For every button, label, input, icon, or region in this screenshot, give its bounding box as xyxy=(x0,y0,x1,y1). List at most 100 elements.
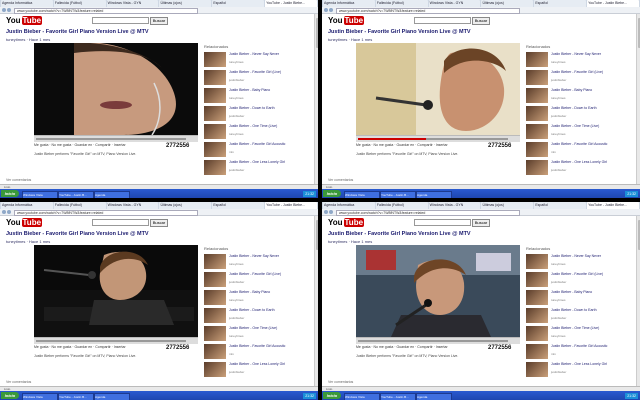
search-input[interactable] xyxy=(414,219,471,226)
related-title[interactable]: Justin Bieber - One Time (Live) xyxy=(229,326,309,330)
youtube-logo[interactable]: You Tube xyxy=(6,218,43,227)
related-thumbnail[interactable] xyxy=(204,326,226,341)
back-icon[interactable] xyxy=(2,210,6,214)
related-thumbnail[interactable] xyxy=(204,160,226,175)
url-input[interactable]: www.youtube.com/watch?v=7W8fNTW&feature=… xyxy=(336,7,520,14)
related-thumbnail[interactable] xyxy=(526,160,548,175)
channel-name[interactable]: tuneytimes xyxy=(328,239,347,244)
related-thumbnail[interactable] xyxy=(526,362,548,377)
browser-tab[interactable]: YouTube - Justin Biebe... xyxy=(265,202,317,209)
progress-bar[interactable] xyxy=(36,138,186,140)
taskbar-task[interactable]: Agenda xyxy=(416,190,452,198)
taskbar-task[interactable]: Agenda xyxy=(94,190,130,198)
channel-name[interactable]: tuneytimes xyxy=(6,37,25,42)
comments-link[interactable]: Ver comentarios xyxy=(328,178,353,182)
player-controls[interactable] xyxy=(34,337,198,344)
start-button[interactable]: Inicio xyxy=(323,190,341,197)
url-input[interactable]: www.youtube.com/watch?v=7W8fNTW&feature=… xyxy=(14,209,198,216)
related-thumbnail[interactable] xyxy=(526,52,548,67)
related-title[interactable]: Justin Bieber - Favorite Girl (Live) xyxy=(551,70,631,74)
related-video[interactable]: Justin Bieber - Never Say Never tuneytim… xyxy=(204,52,312,68)
taskbar-task[interactable]: Windows Vista xyxy=(344,190,380,198)
related-video[interactable]: Justin Bieber - Favorite Girl (Live) jus… xyxy=(204,70,312,86)
search-button[interactable]: Buscar xyxy=(150,218,168,227)
related-title[interactable]: Justin Bieber - Favorite Girl (Live) xyxy=(551,272,631,276)
related-video[interactable]: Justin Bieber - Favorite Girl (Live) jus… xyxy=(204,272,312,288)
youtube-logo[interactable]: You Tube xyxy=(328,218,365,227)
related-thumbnail[interactable] xyxy=(204,308,226,323)
search-button[interactable]: Buscar xyxy=(472,218,490,227)
comments-link[interactable]: Ver comentarios xyxy=(6,380,31,384)
progress-bar[interactable] xyxy=(36,340,186,342)
related-video[interactable]: Justin Bieber - Favorite Girl Acoustic m… xyxy=(204,344,312,360)
search-button[interactable]: Buscar xyxy=(150,16,168,25)
related-title[interactable]: Justin Bieber - Down to Earth xyxy=(229,106,309,110)
scrollbar[interactable] xyxy=(314,216,318,386)
player-controls[interactable] xyxy=(34,135,198,142)
video-player[interactable] xyxy=(356,43,520,135)
related-video[interactable]: Justin Bieber - Baby Piano tuneytimes xyxy=(204,88,312,104)
taskbar-task[interactable]: Windows Vista xyxy=(22,392,58,400)
related-title[interactable]: Justin Bieber - Down to Earth xyxy=(551,106,631,110)
player-controls[interactable] xyxy=(356,135,520,142)
video-actions[interactable]: Me gusta · No me gusta · Guardar en · Co… xyxy=(356,345,448,349)
start-button[interactable]: Inicio xyxy=(1,190,19,197)
channel-name[interactable]: tuneytimes xyxy=(6,239,25,244)
related-video[interactable]: Justin Bieber - Baby Piano tuneytimes xyxy=(526,88,634,104)
related-title[interactable]: Justin Bieber - One Less Lonely Girl xyxy=(551,160,631,164)
forward-icon[interactable] xyxy=(7,8,11,12)
related-title[interactable]: Justin Bieber - Favorite Girl (Live) xyxy=(229,70,309,74)
youtube-logo[interactable]: You Tube xyxy=(6,16,43,25)
related-title[interactable]: Justin Bieber - Baby Piano xyxy=(551,88,631,92)
browser-tab[interactable]: YouTube - Justin Biebe... xyxy=(587,0,639,7)
browser-tab[interactable]: Windows Vista - GYN xyxy=(428,202,481,209)
related-thumbnail[interactable] xyxy=(526,272,548,287)
scrollbar[interactable] xyxy=(314,14,318,184)
browser-tab[interactable]: Últimas (ojos) xyxy=(159,0,212,7)
related-title[interactable]: Justin Bieber - One Time (Live) xyxy=(551,326,631,330)
related-title[interactable]: Justin Bieber - One Less Lonely Girl xyxy=(229,362,309,366)
taskbar-task[interactable]: YouTube - Justin B... xyxy=(58,392,94,400)
related-title[interactable]: Justin Bieber - Down to Earth xyxy=(551,308,631,312)
related-title[interactable]: Justin Bieber - One Less Lonely Girl xyxy=(229,160,309,164)
related-video[interactable]: Justin Bieber - One Less Lonely Girl jus… xyxy=(204,160,312,176)
related-title[interactable]: Justin Bieber - Never Say Never xyxy=(229,254,309,258)
browser-tab[interactable]: Español xyxy=(212,0,265,7)
progress-bar[interactable] xyxy=(358,138,508,140)
video-actions[interactable]: Me gusta · No me gusta · Guardar en · Co… xyxy=(356,143,448,147)
player-controls[interactable] xyxy=(356,337,520,344)
browser-tab[interactable]: Últimas (ojos) xyxy=(481,0,534,7)
related-video[interactable]: Justin Bieber - Down to Earth justinbieb… xyxy=(526,106,634,122)
related-video[interactable]: Justin Bieber - One Time (Live) tuneytim… xyxy=(204,326,312,342)
comments-link[interactable]: Ver comentarios xyxy=(6,178,31,182)
related-video[interactable]: Justin Bieber - Never Say Never tuneytim… xyxy=(204,254,312,270)
related-thumbnail[interactable] xyxy=(526,308,548,323)
browser-tab[interactable]: Windows Vista - GYN xyxy=(106,0,159,7)
back-icon[interactable] xyxy=(2,8,6,12)
browser-tab[interactable]: Últimas (ojos) xyxy=(159,202,212,209)
browser-tab[interactable]: Español xyxy=(534,0,587,7)
channel-info[interactable]: tuneytimes · Hace 1 mes xyxy=(6,239,50,244)
related-title[interactable]: Justin Bieber - Favorite Girl Acoustic xyxy=(551,344,631,348)
related-title[interactable]: Justin Bieber - Never Say Never xyxy=(551,254,631,258)
related-video[interactable]: Justin Bieber - One Less Lonely Girl jus… xyxy=(526,362,634,378)
related-video[interactable]: Justin Bieber - Favorite Girl (Live) jus… xyxy=(526,272,634,288)
scroll-thumb[interactable] xyxy=(315,220,318,250)
start-button[interactable]: Inicio xyxy=(1,392,19,399)
browser-tab[interactable]: Agenda Informática xyxy=(323,0,375,7)
browser-tab[interactable]: Fallecida (Fútbol) xyxy=(53,202,106,209)
related-thumbnail[interactable] xyxy=(204,142,226,157)
channel-info[interactable]: tuneytimes · Hace 1 mes xyxy=(328,239,372,244)
search-input[interactable] xyxy=(414,17,471,24)
related-thumbnail[interactable] xyxy=(204,254,226,269)
related-video[interactable]: Justin Bieber - Never Say Never tuneytim… xyxy=(526,254,634,270)
forward-icon[interactable] xyxy=(329,8,333,12)
related-thumbnail[interactable] xyxy=(204,290,226,305)
related-title[interactable]: Justin Bieber - One Time (Live) xyxy=(229,124,309,128)
related-video[interactable]: Justin Bieber - Favorite Girl Acoustic m… xyxy=(526,344,634,360)
related-video[interactable]: Justin Bieber - Down to Earth justinbieb… xyxy=(204,308,312,324)
related-title[interactable]: Justin Bieber - Never Say Never xyxy=(551,52,631,56)
related-title[interactable]: Justin Bieber - Baby Piano xyxy=(551,290,631,294)
related-thumbnail[interactable] xyxy=(526,290,548,305)
related-title[interactable]: Justin Bieber - Favorite Girl Acoustic xyxy=(229,344,309,348)
